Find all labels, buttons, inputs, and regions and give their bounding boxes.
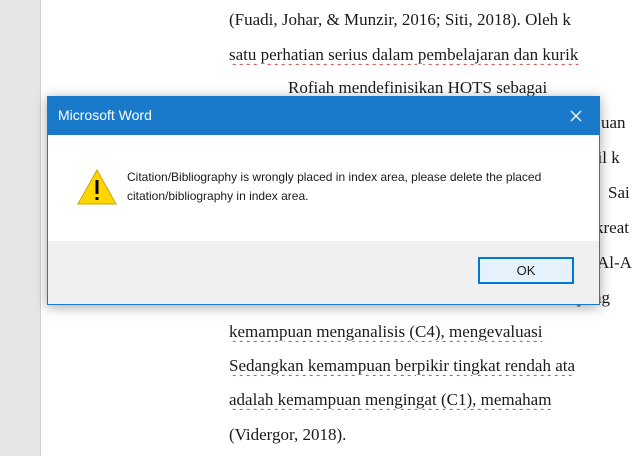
dialog-titlebar[interactable]: Microsoft Word [48,97,599,135]
doc-line: Sai [608,183,630,202]
doc-line: Rofiah mendefinisikan HOTS sebagai [288,78,548,97]
doc-line: uan [601,113,626,132]
dialog-content: Citation/Bibliography is wrongly placed … [48,135,599,241]
close-button[interactable] [553,97,599,135]
doc-line: satu perhatian serius dalam pembelajaran… [229,45,579,64]
doc-line: Sedangkan kemampuan berpikir tingkat ren… [229,356,576,375]
doc-line: (Fuadi, Johar, & Munzir, 2016; Siti, 201… [229,10,571,29]
close-icon [570,110,582,122]
warning-icon [77,168,117,205]
doc-line: kreat [595,218,629,237]
dialog-button-area: OK [48,241,599,304]
document-left-margin [0,0,41,456]
dialog-title: Microsoft Word [58,107,152,123]
dialog-message: Citation/Bibliography is wrongly placed … [127,170,542,203]
doc-line: Al-A [597,253,632,272]
message-dialog: Microsoft Word Citation/Bibliography is … [47,96,600,305]
doc-line: (Vidergor, 2018). [229,425,347,444]
doc-line: adalah kemampuan mengingat (C1), memaham [229,390,552,409]
doc-line: kemampuan menganalisis (C4), mengevaluas… [229,322,543,341]
ok-button[interactable]: OK [478,257,574,284]
